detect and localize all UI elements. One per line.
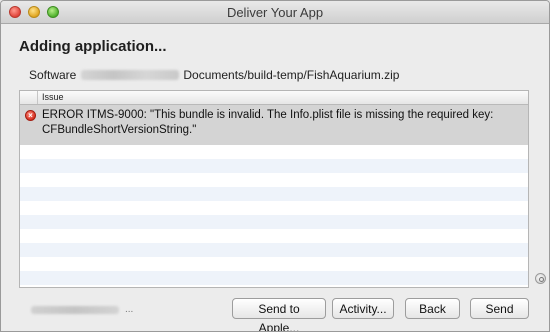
issue-column-header[interactable]: Issue [42,92,64,102]
empty-table-row [20,243,528,257]
window-title: Deliver Your App [226,5,324,20]
icon-column-header[interactable] [20,91,38,104]
deliver-app-window: Deliver Your App Adding application... S… [0,0,550,332]
redacted-account [31,305,119,314]
issue-text: ERROR ITMS-9000: "This bundle is invalid… [42,108,522,138]
back-button[interactable]: Back [405,298,460,319]
empty-table-row [20,159,528,173]
issue-text-line: ERROR ITMS-9000: "This bundle is invalid… [42,109,494,121]
software-path-row: Software Documents/build-temp/FishAquari… [29,68,399,82]
software-label: Software [29,68,77,82]
resize-handle-icon[interactable] [535,273,546,284]
software-path: Documents/build-temp/FishAquarium.zip [183,68,400,82]
empty-table-row [20,187,528,201]
table-header: Issue [20,91,528,105]
send-to-apple-button[interactable]: Send to Apple... [232,298,326,331]
account-ellipsis: ... [125,304,134,315]
error-icon: × [25,110,36,121]
table-row[interactable]: × ERROR ITMS-9000: "This bundle is inval… [20,105,528,145]
empty-table-row [20,215,528,229]
activity-button[interactable]: Activity... [332,298,394,319]
empty-table-row [20,271,528,285]
issue-text-line: CFBundleShortVersionString." [42,124,197,136]
page-heading: Adding application... [19,38,167,55]
title-bar[interactable]: Deliver Your App [1,1,549,24]
issues-table[interactable]: Issue × ERROR ITMS-9000: "This bundle is… [19,90,529,288]
redacted-path-segment [81,70,180,80]
send-button[interactable]: Send [470,298,529,319]
account-info: ... [31,304,133,315]
